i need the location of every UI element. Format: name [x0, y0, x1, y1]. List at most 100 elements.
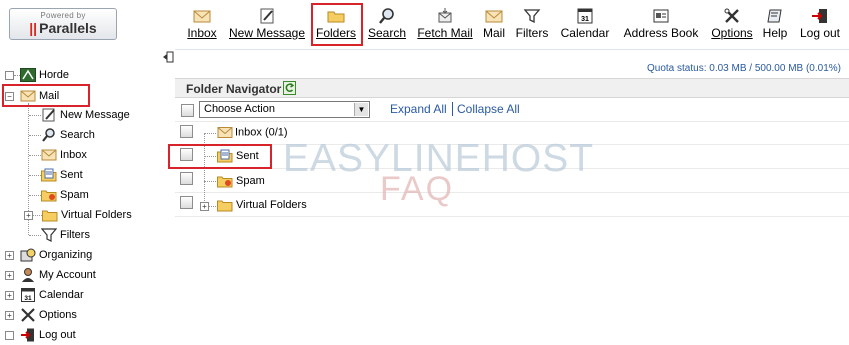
- toolbar-inbox-button[interactable]: Inbox: [186, 8, 218, 44]
- calendar-expand-toggle[interactable]: +: [5, 291, 14, 300]
- sidebar-label: Horde: [39, 69, 69, 81]
- sidebar: Horde − Mail New Message Search Inbox Se…: [0, 49, 175, 345]
- virtual-folders-row-expand-toggle[interactable]: +: [200, 202, 209, 211]
- horde-checkbox[interactable]: [5, 71, 14, 80]
- sidebar-item-virtual-folders[interactable]: Virtual Folders: [42, 206, 132, 224]
- toolbar-mail-button[interactable]: Mail: [481, 8, 507, 44]
- folder-checkbox-spam[interactable]: [180, 172, 193, 185]
- toolbar-new-message-button[interactable]: New Message: [228, 8, 306, 44]
- parallels-logo[interactable]: Powered by || Parallels: [9, 8, 117, 40]
- select-all-checkbox[interactable]: [181, 104, 194, 117]
- folder-label: Inbox (0/1): [235, 126, 288, 139]
- toolbar-fetch-mail-button[interactable]: Fetch Mail: [416, 8, 474, 44]
- toolbar-help-button[interactable]: Help: [761, 8, 789, 44]
- logout-icon: [812, 9, 827, 23]
- folder-row-virtual-folders[interactable]: Virtual Folders: [217, 198, 307, 212]
- tools-icon: [21, 308, 35, 322]
- toolbar-options-label: Options: [711, 26, 753, 40]
- sidebar-item-spam[interactable]: Spam: [41, 186, 89, 204]
- toolbar-filters-label: Filters: [515, 26, 549, 40]
- magnifier-icon: [42, 128, 55, 142]
- sidebar-label: Spam: [60, 189, 89, 201]
- toolbar-address-book-label: Address Book: [623, 26, 699, 40]
- envelope-icon: [41, 149, 57, 161]
- calendar-icon: 31: [21, 288, 35, 303]
- main-panel: Quota status: 0.03 MB / 500.00 MB (0.01%…: [168, 49, 849, 345]
- sidebar-item-my-account[interactable]: My Account: [20, 266, 96, 284]
- choose-action-select[interactable]: Choose Action ▼: [199, 101, 370, 118]
- sidebar-item-log-out[interactable]: Log out: [20, 326, 76, 344]
- sidebar-item-new-message[interactable]: New Message: [41, 106, 130, 124]
- calendar-icon: 31: [577, 8, 593, 24]
- sidebar-item-organizing[interactable]: Organizing: [20, 246, 92, 264]
- organizing-icon: [20, 248, 36, 262]
- toolbar-logout-label: Log out: [799, 26, 841, 40]
- collapse-sidebar-icon[interactable]: [162, 51, 174, 63]
- folder-icon: [42, 210, 58, 222]
- funnel-icon: [41, 228, 57, 243]
- sidebar-item-inbox[interactable]: Inbox: [41, 146, 87, 164]
- toolbar-inbox-label: Inbox: [187, 26, 217, 40]
- sidebar-item-sent[interactable]: Sent: [41, 166, 83, 184]
- sidebar-item-calendar[interactable]: 31 Calendar: [20, 286, 84, 304]
- row-divider: [175, 192, 849, 193]
- tree-line: [29, 235, 41, 236]
- collapse-all-link[interactable]: Collapse All: [457, 102, 520, 116]
- account-icon: [22, 268, 34, 283]
- expand-all-link[interactable]: Expand All: [390, 102, 447, 116]
- sidebar-label: Organizing: [39, 249, 93, 261]
- sidebar-item-search[interactable]: Search: [41, 126, 95, 144]
- tree-line: [29, 195, 41, 196]
- toolbar-help-label: Help: [762, 26, 788, 40]
- folder-checkbox-inbox[interactable]: [180, 125, 193, 138]
- sidebar-item-horde[interactable]: Horde: [20, 66, 69, 84]
- compose-icon: [42, 108, 55, 122]
- tree-line: [204, 133, 216, 134]
- folder-row-spam[interactable]: Spam: [217, 174, 265, 188]
- toolbar-calendar-button[interactable]: 31 Calendar: [558, 8, 612, 44]
- sidebar-item-options[interactable]: Options: [20, 306, 77, 324]
- watermark-line2: FAQ: [380, 170, 455, 208]
- funnel-icon: [523, 9, 541, 24]
- envelope-icon: [217, 127, 233, 138]
- sidebar-label: Sent: [60, 169, 83, 181]
- tools-icon: [724, 8, 739, 23]
- mail-highlight-box: [2, 84, 90, 107]
- brand-label: Parallels: [39, 20, 97, 36]
- toolbar-logout-button[interactable]: Log out: [797, 8, 843, 44]
- my-account-expand-toggle[interactable]: +: [5, 271, 14, 280]
- toolbar-address-book-button[interactable]: Address Book: [620, 8, 702, 44]
- row-divider: [175, 216, 849, 217]
- choose-action-value: Choose Action: [204, 103, 275, 115]
- sidebar-item-filters[interactable]: Filters: [41, 226, 90, 244]
- sidebar-label: Log out: [39, 329, 76, 341]
- brand-name: || Parallels: [29, 20, 97, 36]
- toolbar-search-button[interactable]: Search: [366, 8, 408, 44]
- folder-checkbox-virtual-folders[interactable]: [180, 196, 193, 209]
- spam-folder-icon: [217, 176, 233, 188]
- tree-line: [29, 155, 41, 156]
- horde-icon: [20, 68, 36, 83]
- sidebar-label: Search: [60, 129, 95, 141]
- folders-highlight-box: [311, 3, 363, 46]
- quota-status: Quota status: 0.03 MB / 500.00 MB (0.01%…: [647, 63, 841, 74]
- options-expand-toggle[interactable]: +: [5, 311, 14, 320]
- folder-navigator-header: Folder Navigator: [175, 78, 849, 98]
- refresh-icon[interactable]: [283, 81, 296, 95]
- tree-line: [29, 115, 41, 116]
- calendar-day: 31: [24, 295, 32, 302]
- address-book-icon: [653, 9, 669, 23]
- sent-highlight-box: [168, 144, 272, 169]
- organizing-expand-toggle[interactable]: +: [5, 251, 14, 260]
- folder-row-inbox[interactable]: Inbox (0/1): [217, 126, 288, 139]
- link-separator: [452, 102, 453, 116]
- toolbar-filters-button[interactable]: Filters: [514, 8, 550, 44]
- magnifier-icon: [379, 8, 394, 24]
- spam-folder-icon: [41, 190, 57, 202]
- logout-checkbox[interactable]: [5, 331, 14, 340]
- virtual-folders-expand-toggle[interactable]: +: [24, 211, 33, 220]
- sidebar-label: New Message: [60, 109, 130, 121]
- toolbar-calendar-label: Calendar: [560, 26, 610, 40]
- toolbar-options-button[interactable]: Options: [709, 8, 755, 44]
- book-icon: [767, 9, 782, 23]
